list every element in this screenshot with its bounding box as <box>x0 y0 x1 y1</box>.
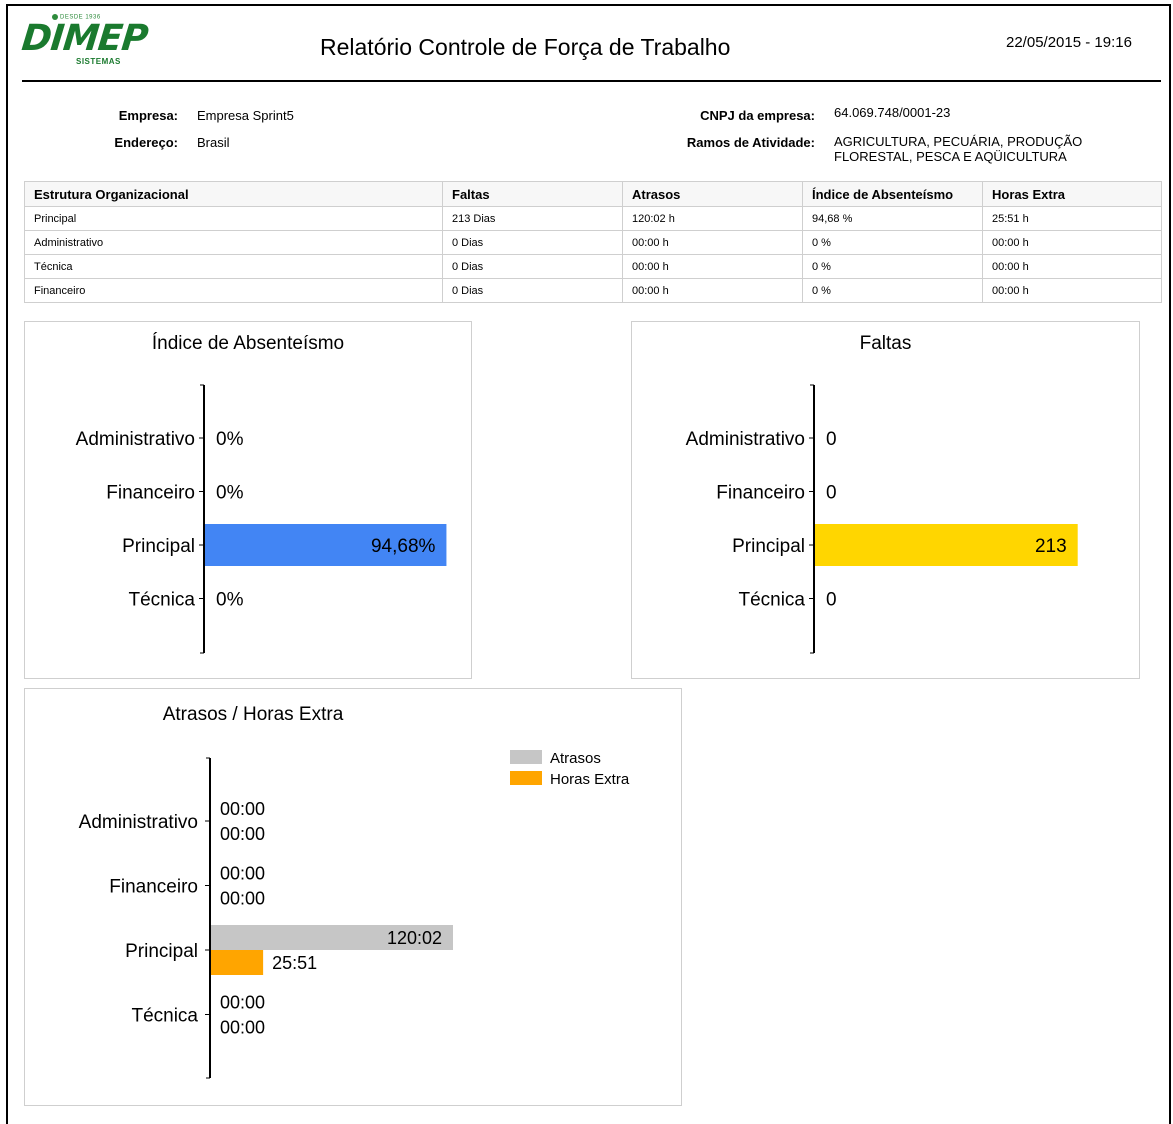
category-label: Financeiro <box>716 483 805 504</box>
col-header-atrasos: Atrasos <box>622 181 803 207</box>
data-label: 00:00 <box>220 824 265 844</box>
table-cell: 0 Dias <box>442 278 623 303</box>
table-row: Administrativo 0 Dias 00:00 h 0 % 00:00 … <box>24 230 1162 255</box>
category-label: Administrativo <box>686 429 805 450</box>
category-label: Administrativo <box>79 812 198 833</box>
category-label: Financeiro <box>106 483 195 504</box>
col-header-horas-extra: Horas Extra <box>982 181 1162 207</box>
data-label: 94,68% <box>371 536 436 557</box>
data-label: 0 <box>826 590 837 611</box>
category-label: Técnica <box>131 1006 198 1027</box>
category-label: Principal <box>122 536 195 557</box>
endereco-label: Endereço: <box>114 135 178 150</box>
col-header-absenteismo: Índice de Absenteísmo <box>802 181 983 207</box>
data-label: 0 <box>826 429 837 450</box>
table-cell: 0 % <box>802 254 983 279</box>
data-label: 00:00 <box>220 1018 265 1038</box>
legend-label: Atrasos <box>550 750 601 767</box>
category-label: Técnica <box>738 590 805 611</box>
table-header-row: Estrutura Organizacional Faltas Atrasos … <box>24 181 1162 207</box>
cnpj-label: CNPJ da empresa: <box>700 108 815 123</box>
data-label: 25:51 <box>272 953 317 973</box>
data-label: 0% <box>216 483 244 504</box>
table-cell: 25:51 h <box>982 206 1162 231</box>
cnpj-value: 64.069.748/0001-23 <box>834 105 951 120</box>
faltas-chart: Administrativo 0 Financeiro 0 Principal 213 Té… <box>686 384 1078 654</box>
summary-table: Estrutura Organizacional Faltas Atrasos … <box>24 181 1162 303</box>
table-cell: 0 Dias <box>442 230 623 255</box>
absenteismo-chart-panel: Índice de Absenteísmo Administrativo 0% Fi… <box>24 321 472 679</box>
table-cell: 00:00 h <box>982 254 1162 279</box>
category-label: Técnica <box>128 590 195 611</box>
legend-swatch <box>510 771 542 785</box>
table-cell: 00:00 h <box>622 230 803 255</box>
report-title: Relatório Controle de Força de Trabalho <box>320 34 731 60</box>
data-label: 0% <box>216 429 244 450</box>
table-cell: 213 Dias <box>442 206 623 231</box>
data-label: 00:00 <box>220 993 265 1013</box>
category-label: Financeiro <box>109 877 198 898</box>
header-divider <box>22 80 1161 82</box>
endereco-value: Brasil <box>197 135 230 150</box>
category-label: Administrativo <box>76 429 195 450</box>
table-cell: 00:00 h <box>622 254 803 279</box>
table-cell: 94,68 % <box>802 206 983 231</box>
col-header-estrutura: Estrutura Organizacional <box>24 181 443 207</box>
data-label: 00:00 <box>220 799 265 819</box>
table-cell: 0 % <box>802 278 983 303</box>
absenteismo-chart: Administrativo 0% Financeiro 0% Principal 94,… <box>76 384 447 654</box>
table-cell: 00:00 h <box>982 278 1162 303</box>
atrasos-horas-chart: Administrativo 00:00 00:00 Financeiro 00:00 0… <box>79 750 630 1079</box>
data-label: 0% <box>216 590 244 611</box>
category-label: Principal <box>732 536 805 557</box>
ramos-value: AGRICULTURA, PECUÁRIA, PRODUÇÃO FLORESTA… <box>834 134 1083 164</box>
table-cell: 0 Dias <box>442 254 623 279</box>
data-label: 0 <box>826 483 837 504</box>
table-cell: 120:02 h <box>622 206 803 231</box>
data-label: 00:00 <box>220 889 265 909</box>
legend-label: Horas Extra <box>550 771 630 788</box>
table-row: Principal 213 Dias 120:02 h 94,68 % 25:5… <box>24 206 1162 231</box>
table-cell: 0 % <box>802 230 983 255</box>
category-label: Principal <box>125 941 198 962</box>
table-cell: 00:00 h <box>622 278 803 303</box>
bar <box>211 950 264 975</box>
logo-subtitle: SISTEMAS <box>76 57 121 66</box>
data-label: 00:00 <box>220 864 265 884</box>
ramos-label: Ramos de Atividade: <box>686 135 815 150</box>
table-row: Técnica 0 Dias 00:00 h 0 % 00:00 h <box>24 254 1162 279</box>
table-cell: 00:00 h <box>982 230 1162 255</box>
table-cell: Financeiro <box>24 278 443 303</box>
table-cell: Administrativo <box>24 230 443 255</box>
atrasos-horas-chart-panel: Atrasos / Horas Extra Administrativo 00:0… <box>24 688 682 1106</box>
table-cell: Principal <box>24 206 443 231</box>
data-label: 120:02 <box>387 928 442 948</box>
logo-wordmark: DIMEP <box>19 18 150 59</box>
table-row: Financeiro 0 Dias 00:00 h 0 % 00:00 h <box>24 278 1162 303</box>
table-cell: Técnica <box>24 254 443 279</box>
empresa-label: Empresa: <box>118 108 178 123</box>
report-datetime: 22/05/2015 - 19:16 <box>1006 34 1132 51</box>
data-label: 213 <box>1035 536 1067 557</box>
dimep-logo: DESDE 1936 DIMEP SISTEMAS <box>20 14 149 70</box>
legend-swatch <box>510 750 542 764</box>
faltas-chart-panel: Faltas Administrativo 0 Financeiro 0 Princip… <box>631 321 1140 679</box>
empresa-value: Empresa Sprint5 <box>197 108 294 123</box>
col-header-faltas: Faltas <box>442 181 623 207</box>
